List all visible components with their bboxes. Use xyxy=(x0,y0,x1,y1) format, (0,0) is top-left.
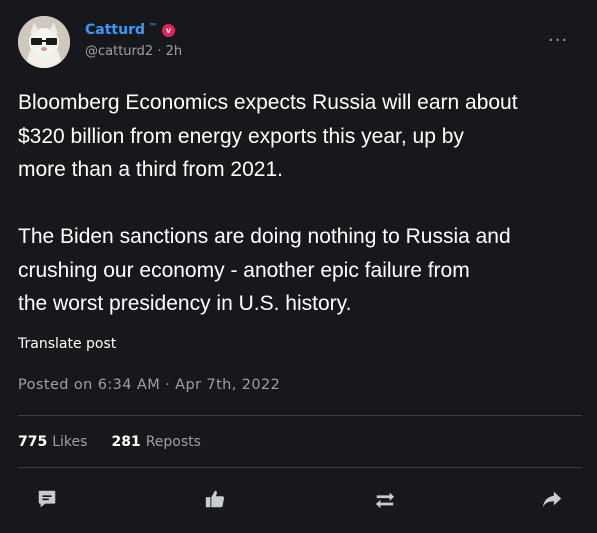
reply-button[interactable] xyxy=(32,484,62,514)
like-button[interactable] xyxy=(200,484,230,514)
repost-icon xyxy=(375,492,395,509)
action-bar xyxy=(0,484,597,514)
more-options-icon[interactable]: ··· xyxy=(548,30,568,51)
author-handle[interactable]: @catturd2 · 2h xyxy=(85,44,182,59)
divider xyxy=(18,415,582,416)
likes-count: 775 xyxy=(18,434,48,450)
trademark-mark: ™ xyxy=(149,21,157,31)
tweet-text: Bloomberg Economics expects Russia will … xyxy=(18,91,518,315)
comment-icon xyxy=(38,490,56,508)
verified-badge-letter: v xyxy=(165,25,172,35)
post-timestamp: Posted on 6:34 AM · Apr 7th, 2022 xyxy=(18,377,281,393)
author-name-text: Catturd xyxy=(85,22,145,38)
reposts-count: 281 xyxy=(111,434,141,450)
verified-badge-icon: v xyxy=(162,23,175,37)
tweet-card: Catturd ™ v @catturd2 · 2h ··· Bloomberg… xyxy=(0,0,597,533)
likes-stat[interactable]: 775 Likes xyxy=(18,434,87,450)
avatar[interactable] xyxy=(18,16,70,68)
repost-button[interactable] xyxy=(370,484,400,514)
share-button[interactable] xyxy=(537,484,567,514)
likes-label: Likes xyxy=(52,434,88,450)
engagement-stats: 775 Likes 281 Reposts xyxy=(18,434,201,450)
divider xyxy=(18,467,582,468)
author-name[interactable]: Catturd ™ v xyxy=(85,22,175,38)
reposts-label: Reposts xyxy=(145,434,201,450)
reposts-stat[interactable]: 281 Reposts xyxy=(111,434,200,450)
share-arrow-icon xyxy=(542,491,562,508)
cat-avatar-icon xyxy=(18,16,70,68)
translate-link[interactable]: Translate post xyxy=(18,336,116,352)
thumbs-up-icon xyxy=(205,490,225,508)
